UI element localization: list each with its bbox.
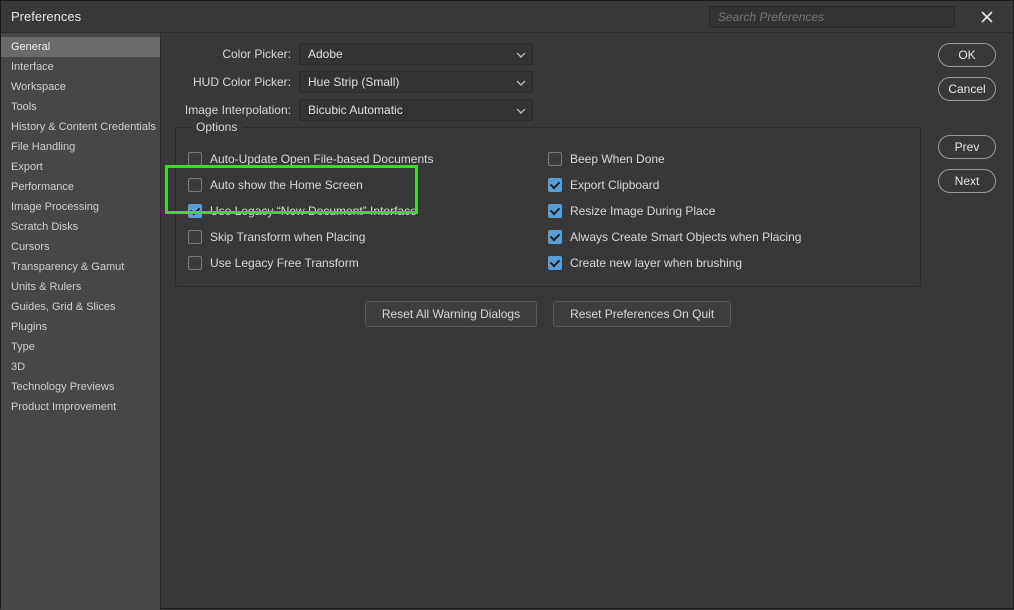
- option-row: Use Legacy “New Document” Interface: [188, 198, 548, 224]
- chevron-down-icon: [516, 49, 526, 59]
- hud-color-picker-label: HUD Color Picker:: [175, 75, 299, 89]
- option-label: Always Create Smart Objects when Placing: [570, 230, 801, 244]
- reset-on-quit-button[interactable]: Reset Preferences On Quit: [553, 301, 731, 327]
- option-label: Skip Transform when Placing: [210, 230, 365, 244]
- hud-color-picker-value: Hue Strip (Small): [308, 75, 399, 89]
- sidebar-item-transparency-gamut[interactable]: Transparency & Gamut: [1, 257, 160, 277]
- image-interpolation-value: Bicubic Automatic: [308, 103, 403, 117]
- option-row: Auto show the Home Screen: [188, 172, 548, 198]
- checkbox[interactable]: [548, 152, 562, 166]
- next-button[interactable]: Next: [938, 169, 996, 193]
- option-row: Beep When Done: [548, 146, 908, 172]
- checkbox[interactable]: [188, 178, 202, 192]
- color-picker-value: Adobe: [308, 47, 343, 61]
- cancel-button[interactable]: Cancel: [938, 77, 996, 101]
- checkbox[interactable]: [548, 230, 562, 244]
- sidebar-item-image-processing[interactable]: Image Processing: [1, 197, 160, 217]
- ok-button[interactable]: OK: [938, 43, 996, 67]
- color-picker-label: Color Picker:: [175, 47, 299, 61]
- title-bar: Preferences: [1, 1, 1013, 33]
- sidebar-item-units-rulers[interactable]: Units & Rulers: [1, 277, 160, 297]
- sidebar-item-technology-previews[interactable]: Technology Previews: [1, 377, 160, 397]
- sidebar-item-scratch-disks[interactable]: Scratch Disks: [1, 217, 160, 237]
- sidebar: GeneralInterfaceWorkspaceToolsHistory & …: [1, 33, 161, 610]
- option-row: Skip Transform when Placing: [188, 224, 548, 250]
- image-interpolation-dropdown[interactable]: Bicubic Automatic: [299, 99, 533, 121]
- option-label: Resize Image During Place: [570, 204, 715, 218]
- sidebar-item-export[interactable]: Export: [1, 157, 160, 177]
- sidebar-item-cursors[interactable]: Cursors: [1, 237, 160, 257]
- sidebar-item-workspace[interactable]: Workspace: [1, 77, 160, 97]
- dialog-buttons: OK Cancel Prev Next: [935, 33, 1013, 610]
- option-label: Auto show the Home Screen: [210, 178, 363, 192]
- close-icon: [980, 10, 994, 24]
- option-row: Use Legacy Free Transform: [188, 250, 548, 276]
- reset-warnings-button[interactable]: Reset All Warning Dialogs: [365, 301, 537, 327]
- checkbox[interactable]: [548, 178, 562, 192]
- prev-button[interactable]: Prev: [938, 135, 996, 159]
- sidebar-item-type[interactable]: Type: [1, 337, 160, 357]
- image-interpolation-label: Image Interpolation:: [175, 103, 299, 117]
- sidebar-item-general[interactable]: General: [1, 37, 160, 57]
- chevron-down-icon: [516, 77, 526, 87]
- option-label: Use Legacy Free Transform: [210, 256, 359, 270]
- options-group: Options Auto-Update Open File-based Docu…: [175, 127, 921, 287]
- option-label: Beep When Done: [570, 152, 665, 166]
- option-row: Resize Image During Place: [548, 198, 908, 224]
- checkbox[interactable]: [188, 152, 202, 166]
- option-row: Export Clipboard: [548, 172, 908, 198]
- option-row: Auto-Update Open File-based Documents: [188, 146, 548, 172]
- sidebar-item-product-improvement[interactable]: Product Improvement: [1, 397, 160, 417]
- option-label: Auto-Update Open File-based Documents: [210, 152, 433, 166]
- checkbox[interactable]: [188, 256, 202, 270]
- content-area: Color Picker: Adobe HUD Color Picker: Hu…: [161, 33, 935, 610]
- window-title: Preferences: [11, 9, 81, 24]
- sidebar-item-tools[interactable]: Tools: [1, 97, 160, 117]
- option-row: Always Create Smart Objects when Placing: [548, 224, 908, 250]
- hud-color-picker-dropdown[interactable]: Hue Strip (Small): [299, 71, 533, 93]
- option-label: Create new layer when brushing: [570, 256, 742, 270]
- checkbox[interactable]: [548, 256, 562, 270]
- sidebar-item-interface[interactable]: Interface: [1, 57, 160, 77]
- option-label: Use Legacy “New Document” Interface: [210, 204, 417, 218]
- sidebar-item-performance[interactable]: Performance: [1, 177, 160, 197]
- sidebar-item-guides-grid-slices[interactable]: Guides, Grid & Slices: [1, 297, 160, 317]
- color-picker-dropdown[interactable]: Adobe: [299, 43, 533, 65]
- checkbox[interactable]: [188, 230, 202, 244]
- sidebar-item-history-content-credentials[interactable]: History & Content Credentials: [1, 117, 160, 137]
- checkbox[interactable]: [548, 204, 562, 218]
- sidebar-item-3d[interactable]: 3D: [1, 357, 160, 377]
- option-label: Export Clipboard: [570, 178, 659, 192]
- options-legend: Options: [190, 120, 243, 134]
- sidebar-item-plugins[interactable]: Plugins: [1, 317, 160, 337]
- option-row: Create new layer when brushing: [548, 250, 908, 276]
- sidebar-item-file-handling[interactable]: File Handling: [1, 137, 160, 157]
- close-button[interactable]: [971, 1, 1003, 33]
- search-input[interactable]: [709, 6, 955, 28]
- checkbox[interactable]: [188, 204, 202, 218]
- chevron-down-icon: [516, 105, 526, 115]
